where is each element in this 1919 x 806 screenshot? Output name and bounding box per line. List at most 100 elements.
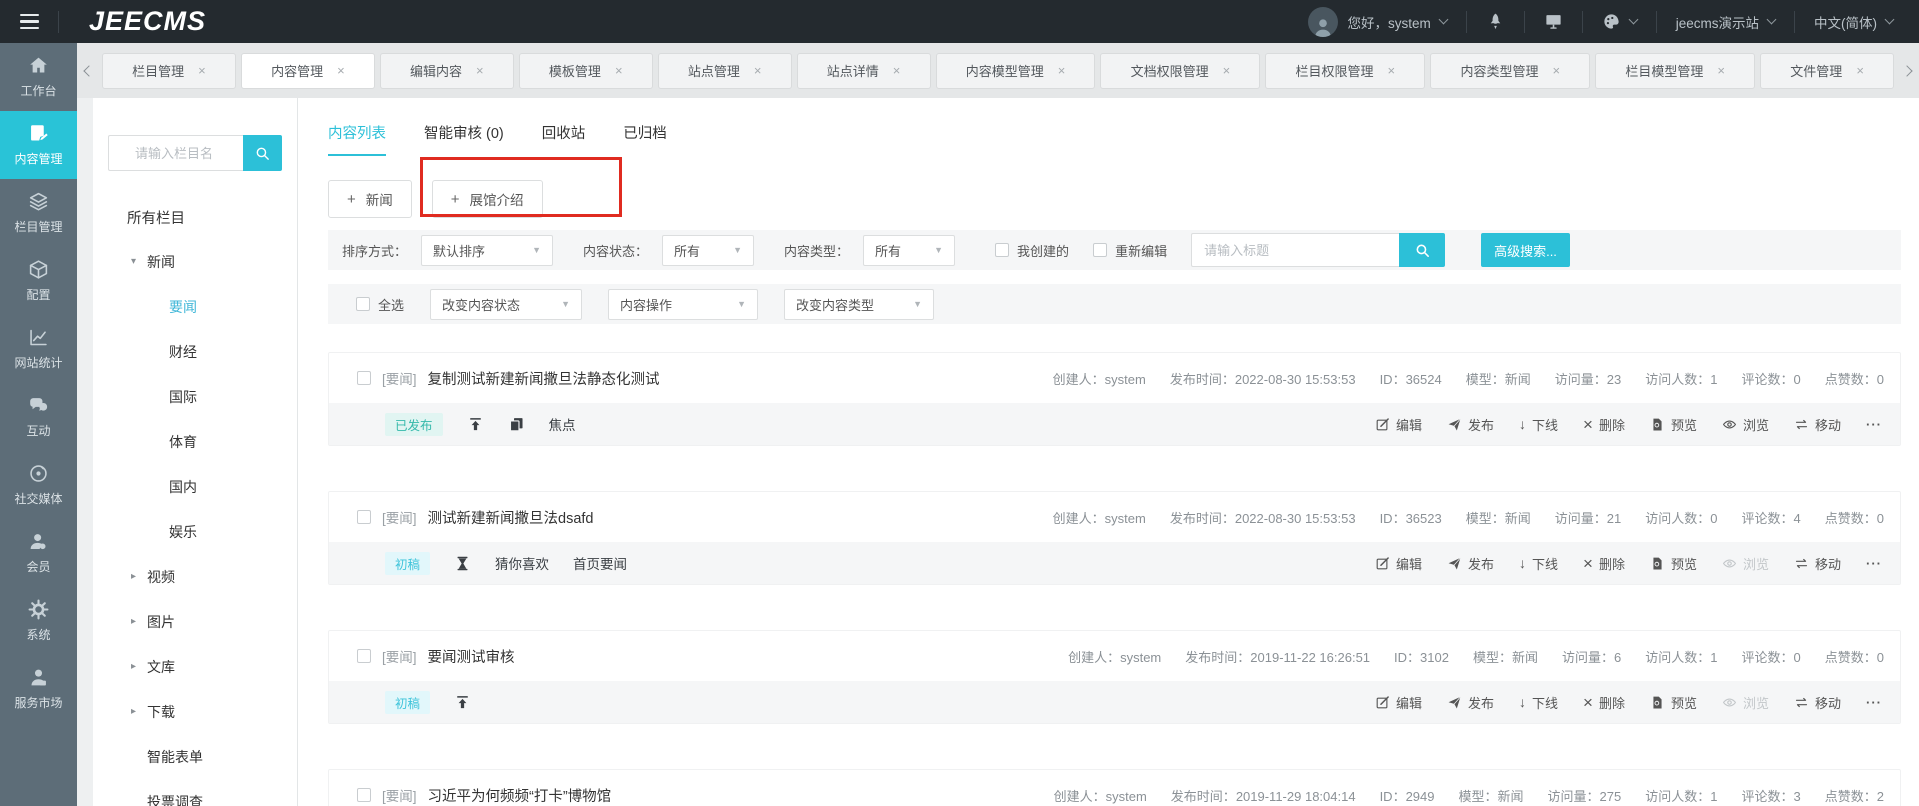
- preview-action[interactable]: 预览: [1650, 693, 1697, 712]
- tree-node-guoji[interactable]: 国际: [93, 374, 297, 419]
- tab-recycle-bin[interactable]: 回收站: [542, 122, 586, 156]
- publish-action[interactable]: 发布: [1447, 554, 1494, 573]
- site-selector[interactable]: jeecms演示站: [1676, 12, 1777, 32]
- tab-smart-review[interactable]: 智能审核 (0): [424, 122, 504, 156]
- window-tab-template-mgmt[interactable]: 模板管理 ×: [518, 52, 653, 89]
- offline-action[interactable]: ↓ 下线: [1519, 554, 1558, 573]
- window-tab-content-mgmt[interactable]: 内容管理 ×: [240, 52, 375, 89]
- theme-menu[interactable]: [1602, 12, 1639, 31]
- status-select[interactable]: 所有 ▼: [662, 234, 755, 266]
- tab-close-icon[interactable]: ×: [1223, 63, 1231, 78]
- title-search-input[interactable]: [1191, 233, 1400, 267]
- tab-content-list[interactable]: 内容列表: [328, 122, 386, 156]
- row-title[interactable]: 要闻测试审核: [428, 646, 515, 667]
- publish-action[interactable]: 发布: [1447, 693, 1494, 712]
- row-checkbox[interactable]: [357, 510, 371, 524]
- title-search-button[interactable]: [1399, 233, 1446, 267]
- row-title[interactable]: 测试新建新闻撒旦法dsafd: [428, 507, 594, 528]
- sidebar-item-social[interactable]: 社交媒体: [0, 451, 77, 519]
- move-action[interactable]: 移动: [1794, 415, 1841, 434]
- window-tab-doc-permission-mgmt[interactable]: 文档权限管理 ×: [1100, 52, 1261, 89]
- tree-node-tupian[interactable]: ▸ 图片: [93, 599, 297, 644]
- sidebar-item-columns[interactable]: 栏目管理: [0, 179, 77, 247]
- tree-expand-icon[interactable]: ▾: [131, 256, 147, 267]
- tab-close-icon[interactable]: ×: [754, 63, 762, 78]
- edit-action[interactable]: 编辑: [1375, 415, 1422, 434]
- tabs-scroll-left-icon[interactable]: [81, 64, 97, 77]
- tab-archived[interactable]: 已归档: [623, 122, 667, 156]
- preview-action[interactable]: 预览: [1650, 415, 1697, 434]
- monitor-icon[interactable]: [1544, 12, 1563, 31]
- tree-node-yaowen[interactable]: 要闻: [93, 284, 297, 329]
- offline-action[interactable]: ↓ 下线: [1519, 415, 1558, 434]
- sidebar-item-content[interactable]: 内容管理: [0, 111, 77, 179]
- sort-select[interactable]: 默认排序 ▼: [421, 234, 554, 266]
- tab-close-icon[interactable]: ×: [615, 63, 623, 78]
- more-actions[interactable]: ···: [1866, 417, 1882, 432]
- tree-node-caijing[interactable]: 财经: [93, 329, 297, 374]
- window-tab-file-mgmt[interactable]: 文件管理 ×: [1760, 52, 1895, 89]
- user-menu[interactable]: 您好，system: [1308, 6, 1449, 37]
- tree-node-zhineng-biaodan[interactable]: 智能表单: [93, 734, 297, 779]
- tree-node-toupiao-diaocha[interactable]: 投票调查: [93, 779, 297, 806]
- window-tab-edit-content[interactable]: 编辑内容 ×: [379, 52, 514, 89]
- column-search-input[interactable]: [108, 135, 243, 171]
- tab-close-icon[interactable]: ×: [1717, 63, 1725, 78]
- add-exhibition-button[interactable]: + 展馆介绍: [431, 180, 543, 218]
- tab-close-icon[interactable]: ×: [1388, 63, 1396, 78]
- edit-action[interactable]: 编辑: [1375, 554, 1422, 573]
- select-all-checkbox[interactable]: [356, 297, 370, 311]
- tree-node-xiazai[interactable]: ▸ 下载: [93, 689, 297, 734]
- sidebar-item-config[interactable]: 配置: [0, 247, 77, 315]
- advanced-search-button[interactable]: 高级搜索...: [1481, 233, 1570, 267]
- sidebar-item-system[interactable]: 系统: [0, 587, 77, 655]
- delete-action[interactable]: × 删除: [1583, 554, 1625, 573]
- change-type-select[interactable]: 改变内容类型 ▼: [784, 288, 935, 320]
- tabs-scroll-right-icon[interactable]: [1899, 64, 1915, 77]
- tree-collapse-icon[interactable]: ▸: [131, 571, 147, 582]
- tab-close-icon[interactable]: ×: [198, 63, 206, 78]
- window-tab-column-mgmt[interactable]: 栏目管理 ×: [102, 52, 236, 89]
- row-title[interactable]: 复制测试新建新闻撒旦法静态化测试: [428, 368, 660, 389]
- tree-node-news[interactable]: ▾ 新闻: [93, 239, 297, 284]
- sidebar-item-market[interactable]: 服务市场: [0, 655, 77, 723]
- rocket-icon[interactable]: [1486, 12, 1505, 31]
- delete-action[interactable]: × 删除: [1583, 693, 1625, 712]
- move-action[interactable]: 移动: [1794, 693, 1841, 712]
- window-tab-site-mgmt[interactable]: 站点管理 ×: [657, 52, 792, 89]
- language-selector[interactable]: 中文(简体): [1814, 12, 1895, 32]
- tab-close-icon[interactable]: ×: [1552, 63, 1560, 78]
- row-checkbox[interactable]: [357, 371, 371, 385]
- tree-node-tiyu[interactable]: 体育: [93, 419, 297, 464]
- reedit-checkbox[interactable]: [1093, 243, 1108, 257]
- tree-node-guonei[interactable]: 国内: [93, 464, 297, 509]
- tab-close-icon[interactable]: ×: [1058, 63, 1066, 78]
- add-news-button[interactable]: + 新闻: [328, 180, 412, 218]
- sidebar-item-members[interactable]: 会员: [0, 519, 77, 587]
- tab-close-icon[interactable]: ×: [476, 63, 484, 78]
- tree-node-yule[interactable]: 娱乐: [93, 509, 297, 554]
- more-actions[interactable]: ···: [1866, 556, 1882, 571]
- tab-close-icon[interactable]: ×: [1856, 63, 1864, 78]
- row-title[interactable]: 习近平为何频频“打卡”博物馆: [428, 785, 612, 806]
- tree-node-all-columns[interactable]: 所有栏目: [93, 195, 297, 239]
- tree-collapse-icon[interactable]: ▸: [131, 661, 147, 672]
- window-tab-site-detail[interactable]: 站点详情 ×: [796, 52, 931, 89]
- tree-node-shipin[interactable]: ▸ 视频: [93, 554, 297, 599]
- sidebar-item-stats[interactable]: 网站统计: [0, 315, 77, 383]
- window-tab-column-model-mgmt[interactable]: 栏目模型管理 ×: [1595, 52, 1756, 89]
- browse-action[interactable]: 浏览: [1722, 415, 1769, 434]
- hamburger-menu-icon[interactable]: [0, 0, 58, 43]
- row-checkbox[interactable]: [357, 649, 371, 663]
- sidebar-item-workbench[interactable]: 工作台: [0, 43, 77, 111]
- sidebar-item-interaction[interactable]: 互动: [0, 383, 77, 451]
- tree-node-wenku[interactable]: ▸ 文库: [93, 644, 297, 689]
- tree-collapse-icon[interactable]: ▸: [131, 706, 147, 717]
- offline-action[interactable]: ↓ 下线: [1519, 693, 1558, 712]
- window-tab-content-model-mgmt[interactable]: 内容模型管理 ×: [935, 52, 1096, 89]
- delete-action[interactable]: × 删除: [1583, 415, 1625, 434]
- tab-close-icon[interactable]: ×: [337, 63, 345, 78]
- change-state-select[interactable]: 改变内容状态 ▼: [430, 288, 583, 320]
- content-action-select[interactable]: 内容操作 ▼: [608, 288, 759, 320]
- move-action[interactable]: 移动: [1794, 554, 1841, 573]
